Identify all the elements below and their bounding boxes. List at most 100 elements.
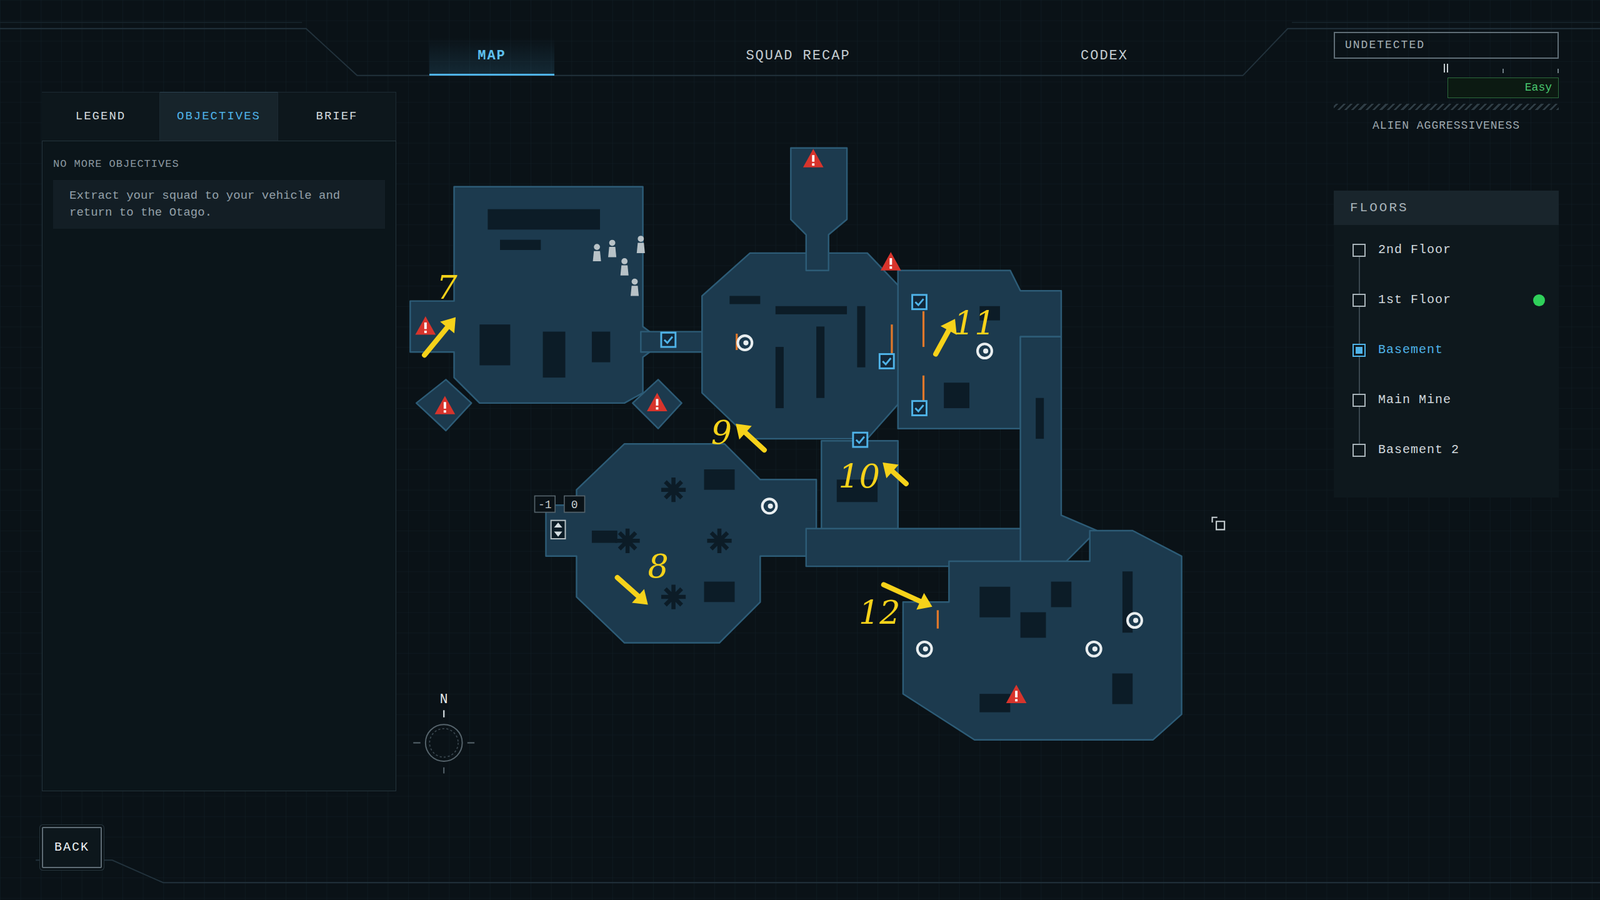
side-tab[interactable]: LEGEND (41, 91, 160, 141)
main-tab[interactable]: CODEX (1041, 37, 1167, 76)
frame-line (0, 28, 1600, 76)
elevator-level[interactable]: 0 (571, 498, 579, 512)
soldier-body (636, 243, 645, 254)
floor-item[interactable]: Basement 2 (1333, 425, 1559, 475)
floor-checkbox-column (1352, 325, 1366, 375)
elevator-level-box (535, 495, 556, 512)
left-panel: LEGENDOBJECTIVESBRIEFNO MORE OBJECTIVESE… (41, 0, 397, 900)
elevator-box (551, 520, 566, 539)
terminal-icon (879, 354, 894, 369)
warning-bar (811, 155, 815, 162)
annotation-arrow (424, 325, 449, 355)
floor-checkbox-column (1352, 225, 1366, 275)
compass-ring (429, 728, 459, 758)
floor-label[interactable]: 1st Floor (1378, 290, 1534, 310)
annotation-arrowhead (882, 462, 899, 479)
map-structure (856, 306, 865, 368)
floor-checkbox[interactable] (1352, 443, 1366, 457)
map-structure (775, 306, 847, 315)
warning-bar (1015, 690, 1018, 698)
soldier-head (621, 258, 628, 265)
soldier-icon (630, 278, 639, 297)
warning-icon (646, 393, 668, 412)
waypoint-dot (768, 503, 774, 509)
back-button[interactable]: BACK (41, 826, 102, 869)
warning-icon (435, 395, 456, 414)
floor-checkbox[interactable] (1352, 343, 1366, 357)
floor-checkbox[interactable] (1352, 293, 1366, 307)
warning-shape (415, 316, 436, 335)
annotation: 7 (424, 268, 458, 355)
soldier-head (609, 240, 616, 247)
aggressiveness-label: ALIEN AGGRESSIVENESS (1333, 117, 1559, 135)
waypoint-dot (743, 340, 749, 345)
compass: N (413, 691, 475, 774)
map-structure (591, 530, 618, 544)
detection-status: UNDETECTED (1333, 31, 1559, 59)
floor-checkbox[interactable] (1352, 243, 1366, 257)
elevator-level[interactable]: -1 (538, 498, 552, 512)
floor-checkbox[interactable] (1352, 393, 1366, 407)
floor-label[interactable]: Main Mine (1378, 390, 1559, 410)
soldier-icon (620, 258, 629, 276)
compass-tick (443, 710, 445, 717)
waypoint-ring (737, 335, 752, 350)
terminal-box (661, 332, 676, 347)
gauge-marker (1443, 63, 1449, 73)
floor-connector (1358, 225, 1360, 244)
map-room (903, 530, 1182, 740)
soldier-head (637, 235, 644, 242)
map-structure (1051, 581, 1072, 608)
map-structure (979, 693, 1010, 712)
floor-item[interactable]: Basement (1333, 325, 1559, 375)
warning-dot (811, 163, 815, 166)
map-room (821, 440, 898, 531)
annotation-arrowhead (440, 317, 456, 334)
floor-checkbox-column (1352, 275, 1366, 325)
main-tab[interactable]: MAP (429, 37, 555, 76)
floor-label[interactable]: 2nd Floor (1378, 240, 1559, 260)
hatch-strip (1333, 103, 1559, 110)
annotation-label: 10 (838, 457, 880, 495)
waypoint-dot (983, 348, 989, 354)
floor-label[interactable]: Basement (1378, 340, 1559, 360)
floor-item[interactable]: Main Mine (1333, 375, 1559, 425)
soldier-head (593, 243, 600, 250)
waypoint-ring (917, 641, 932, 657)
waypoint-icon (737, 335, 752, 350)
floor-label[interactable]: Basement 2 (1378, 440, 1559, 460)
floor-connector (1358, 456, 1360, 476)
warning-shape (435, 395, 456, 414)
difficulty-row: Easy (1333, 77, 1559, 99)
annotation-arrowhead (631, 589, 649, 605)
waypoint-ring (1086, 641, 1102, 657)
map-structure (816, 326, 825, 398)
map-structure (543, 331, 566, 378)
warning-dot (424, 330, 427, 334)
warning-icon (803, 148, 824, 167)
pylon-shape (661, 585, 686, 610)
warning-dot (655, 406, 659, 410)
side-tab[interactable]: OBJECTIVES (160, 91, 279, 141)
floor-connector (1358, 375, 1360, 394)
warning-dot (889, 266, 892, 269)
map-rooms (410, 148, 1182, 740)
soldier-body (620, 265, 629, 275)
pylon-icon (661, 585, 686, 610)
soldier-icon (636, 235, 645, 254)
soldier-body (630, 285, 639, 296)
side-tab[interactable]: BRIEF (278, 91, 397, 141)
compass-tick (413, 743, 475, 774)
floor-item[interactable]: 1st Floor (1333, 275, 1559, 325)
annotation: 8 (617, 547, 669, 605)
pylon-shape (615, 528, 640, 554)
frame-line (35, 860, 1600, 883)
warning-icon (415, 316, 436, 335)
gauge-tick (1502, 68, 1504, 74)
main-tab[interactable]: SQUAD RECAP (735, 37, 861, 76)
map-structure (704, 581, 735, 603)
floor-item[interactable]: 2nd Floor (1333, 225, 1559, 275)
annotation-arrow (617, 577, 641, 599)
warning-bar (655, 398, 659, 406)
floors-panel: FLOORS2nd Floor1st FloorBasementMain Min… (1333, 190, 1559, 498)
